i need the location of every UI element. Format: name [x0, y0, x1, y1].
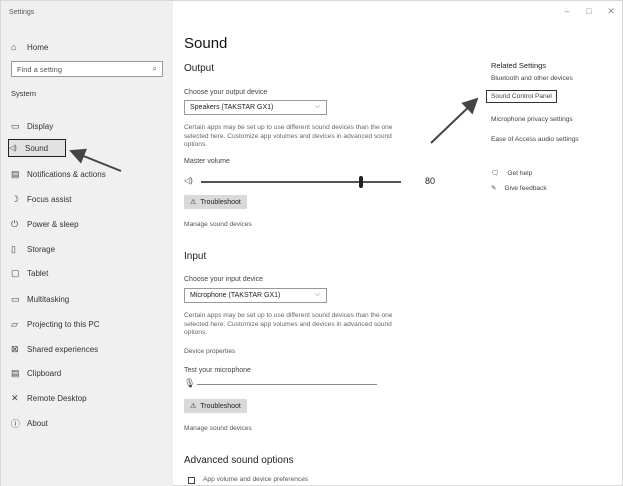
sidebar-item-multitasking[interactable]: ▭ Multitasking — [11, 291, 161, 307]
speaker-icon: ◁) — [9, 145, 17, 152]
display-icon: ▭ — [11, 120, 20, 131]
sidebar-home-label: Home — [27, 42, 49, 52]
input-manage-devices-link[interactable]: Manage sound devices — [184, 425, 252, 432]
input-device-label: Choose your input device — [184, 276, 263, 283]
sidebar-item-sound[interactable]: ◁) Sound — [8, 139, 66, 157]
moon-icon: ☽ — [11, 193, 20, 204]
sidebar-item-label: Power & sleep — [27, 219, 79, 229]
related-link-mic-privacy[interactable]: Microphone privacy settings — [491, 116, 573, 123]
sidebar-item-label: About — [27, 418, 48, 428]
give-feedback-link[interactable]: ✎ Give feedback — [491, 184, 547, 193]
input-description: Certain apps may be set up to use differ… — [184, 312, 393, 336]
page-title: Sound — [184, 35, 228, 52]
related-link-sound-control-panel[interactable]: Sound Control Panel — [486, 90, 557, 103]
sidebar-item-storage[interactable]: ▯ Storage — [11, 241, 161, 257]
output-device-select[interactable]: Speakers (TAKSTAR GX1) ⌵ — [184, 100, 327, 115]
chevron-down-icon: ⌵ — [314, 103, 320, 110]
sidebar-item-about[interactable]: ⓘ About — [11, 415, 161, 431]
volume-slider-track[interactable] — [201, 181, 401, 183]
tablet-icon: ▢ — [11, 267, 20, 278]
device-properties-link[interactable]: Device properties — [184, 348, 235, 355]
input-heading: Input — [184, 251, 207, 262]
sidebar-item-label: Focus assist — [27, 194, 72, 204]
master-volume-label: Master volume — [184, 158, 230, 165]
output-device-label: Choose your output device — [184, 89, 268, 96]
sidebar-item-notifications[interactable]: ▤ Notifications & actions — [11, 166, 161, 182]
mic-level-bar — [197, 384, 377, 385]
app-volume-icon — [188, 477, 195, 484]
test-microphone-label: Test your microphone — [184, 367, 251, 374]
warning-icon: ⚠ — [190, 199, 197, 206]
window-title: Settings — [9, 9, 35, 16]
sidebar-item-display[interactable]: ▭ Display — [11, 118, 161, 134]
sidebar-item-tablet[interactable]: ▢ Tablet — [11, 265, 161, 281]
output-device-value: Speakers (TAKSTAR GX1) — [190, 104, 274, 111]
feedback-icon: ✎ — [491, 185, 497, 192]
give-feedback-label: Give feedback — [504, 184, 547, 192]
sidebar-item-label: Storage — [27, 244, 56, 254]
remote-icon: ✕ — [11, 392, 19, 403]
get-help-label: Get help — [507, 169, 533, 177]
sidebar-item-label: Multitasking — [27, 294, 70, 304]
sidebar-item-label: Clipboard — [27, 368, 62, 378]
output-description: Certain apps may be set up to use differ… — [184, 124, 393, 148]
storage-icon: ▯ — [11, 243, 16, 254]
related-settings-title: Related Settings — [491, 61, 547, 70]
related-link-bluetooth[interactable]: Bluetooth and other devices — [491, 75, 573, 82]
input-device-value: Microphone (TAKSTAR GX1) — [190, 292, 281, 299]
sidebar-item-label: Sound — [25, 143, 49, 153]
sidebar-item-label: Shared experiences — [27, 344, 99, 354]
home-icon: ⌂ — [11, 42, 17, 52]
sidebar-item-home[interactable]: ⌂ Home — [11, 39, 161, 55]
search-icon: ⌕ — [152, 64, 157, 73]
sidebar-item-power[interactable]: ⏻ Power & sleep — [11, 216, 161, 232]
sidebar-section-title: System — [11, 89, 37, 98]
main-content: Sound Output Choose your output device S… — [173, 1, 623, 486]
power-icon: ⏻ — [11, 218, 19, 229]
sidebar-item-label: Notifications & actions — [27, 169, 106, 179]
input-device-select[interactable]: Microphone (TAKSTAR GX1) ⌵ — [184, 288, 327, 303]
input-troubleshoot-button[interactable]: ⚠ Troubleshoot — [184, 399, 247, 413]
sidebar-item-shared[interactable]: ⊠ Shared experiences — [11, 341, 161, 357]
help-icon: 🗨 — [491, 170, 500, 177]
multitask-icon: ▭ — [11, 293, 20, 304]
troubleshoot-label: Troubleshoot — [200, 402, 241, 410]
sidebar-item-label: Remote Desktop — [27, 393, 87, 403]
notification-icon: ▤ — [11, 168, 20, 179]
troubleshoot-label: Troubleshoot — [200, 198, 241, 206]
sidebar-item-clipboard[interactable]: ▤ Clipboard — [11, 365, 161, 381]
settings-window: Settings ⌂ Home Find a setting ⌕ System … — [0, 0, 623, 486]
sidebar: Settings ⌂ Home Find a setting ⌕ System … — [1, 1, 173, 486]
warning-icon: ⚠ — [190, 403, 197, 410]
speaker-icon: ◁) — [184, 176, 193, 185]
sidebar-item-remote-desktop[interactable]: ✕ Remote Desktop — [11, 390, 161, 406]
get-help-link[interactable]: 🗨 Get help — [491, 169, 533, 178]
chevron-down-icon: ⌵ — [314, 291, 320, 298]
output-troubleshoot-button[interactable]: ⚠ Troubleshoot — [184, 195, 247, 209]
project-icon: ▱ — [11, 318, 18, 329]
shared-icon: ⊠ — [11, 343, 19, 354]
search-placeholder: Find a setting — [17, 64, 63, 74]
output-manage-devices-link[interactable]: Manage sound devices — [184, 221, 252, 228]
microphone-icon: 🎙 — [184, 378, 196, 388]
app-volume-link[interactable]: App volume and device preferences — [203, 476, 308, 483]
advanced-heading: Advanced sound options — [184, 455, 294, 466]
sidebar-item-label: Projecting to this PC — [27, 319, 100, 329]
clipboard-icon: ▤ — [11, 367, 20, 378]
related-link-ease-of-access[interactable]: Ease of Access audio settings — [491, 136, 579, 143]
info-icon: ⓘ — [11, 418, 21, 429]
volume-value: 80 — [425, 176, 436, 186]
sidebar-item-focus-assist[interactable]: ☽ Focus assist — [11, 191, 161, 207]
output-heading: Output — [184, 63, 215, 74]
search-input[interactable]: Find a setting ⌕ — [11, 61, 163, 77]
sidebar-item-label: Tablet — [27, 268, 49, 278]
sidebar-item-label: Display — [27, 121, 54, 131]
sidebar-item-projecting[interactable]: ▱ Projecting to this PC — [11, 316, 161, 332]
volume-slider-thumb[interactable] — [359, 176, 363, 188]
